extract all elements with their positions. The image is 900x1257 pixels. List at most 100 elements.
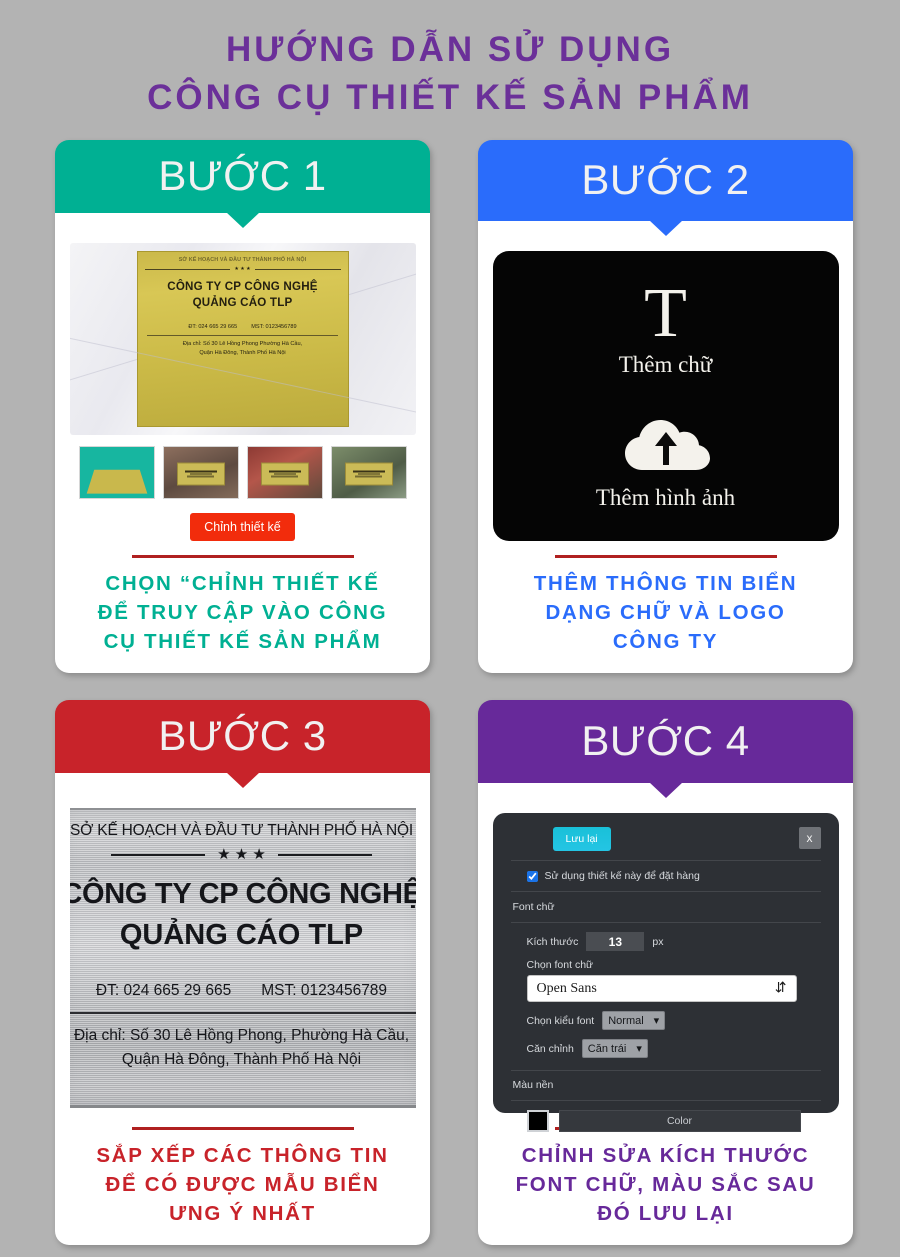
color-swatch-black[interactable] [526,1110,549,1133]
dialog-divider [510,860,821,862]
plaque-company-line-1: CÔNG TY CP CÔNG NGHỆ [69,878,416,911]
step-4-label: BƯỚC 4 [581,717,750,765]
step-3-caption: SẮP XẾP CÁC THÔNG TIN ĐỂ CÓ ĐƯỢC MẪU BIỂ… [96,1141,388,1228]
step-2-caption-line-3: CÔNG TY [612,630,719,654]
save-button[interactable]: Lưu lại [552,827,611,852]
use-design-checkbox-row[interactable]: Sử dụng thiết kế này để đặt hàng [511,870,821,882]
plaque-stars-row: ★ ★ ★ [111,846,372,864]
dialog-divider [510,1070,821,1072]
plaque-address-line-2: Quận Hà Đông, Thành Phố Hà Nội [121,1051,362,1069]
choose-font-label: Chọn font chữ [526,959,594,972]
color-picker-button[interactable]: Color [558,1110,801,1133]
caption-divider-2 [554,555,777,559]
font-size-label: Kích thước [526,935,579,948]
thumbnail-1[interactable] [78,446,155,500]
step-3-header: BƯỚC 3 [55,699,430,789]
add-text-label[interactable]: Thêm chữ [619,352,713,378]
plaque-address-line-1: Địa chỉ: Số 30 Lê Hồng Phong, Phường Hà … [73,1027,410,1045]
thumbnail-2[interactable] [162,446,239,500]
gold-plaque: SỞ KẾ HOẠCH VÀ ĐẦU TƯ THÀNH PHỐ HÀ NỘI ★… [136,251,349,428]
background-color-row: Color [511,1110,821,1133]
text-tool-icon[interactable]: T [644,278,687,348]
page-title: HƯỚNG DẪN SỬ DỤNG CÔNG CỤ THIẾT KẾ SẢN P… [0,0,900,123]
step-4-caption-line-3: ĐÓ LƯU LẠI [597,1202,734,1226]
use-design-checkbox-label: Sử dụng thiết kế này để đặt hàng [544,870,700,883]
background-color-section-label: Màu nền [512,1079,554,1092]
step-1-caption: CHỌN “CHỈNH THIẾT KẾ ĐỂ TRUY CẬP VÀO CÔN… [98,569,388,656]
step-2-caption-line-2: DẠNG CHỮ VÀ LOGO [545,601,786,625]
chevron-down-icon: ▾ [636,1043,642,1056]
font-style-select[interactable]: Normal ▾ [602,1011,666,1031]
step-3-body: SỞ KẾ HOẠCH VÀ ĐẦU TƯ THÀNH PHỐ HÀ NỘI ★… [55,773,430,1245]
step-1-label: BƯỚC 1 [158,152,327,200]
plaque-dept-text: SỞ KẾ HOẠCH VÀ ĐẦU TƯ THÀNH PHỐ HÀ NỘI [69,822,414,840]
step-1-header: BƯỚC 1 [55,139,430,229]
font-style-row: Chọn kiểu font Normal ▾ [511,1011,821,1031]
plaque-company-line-1: CÔNG TY CP CÔNG NGHỆ [167,280,318,294]
step-2-body: T Thêm chữ Thêm hình ảnh THÊM THÔNG TIN … [478,221,853,673]
design-settings-dialog: Lưu lại x Sử dụng thiết kế này để đặt hà… [492,813,839,1133]
plaque-contact-row: ĐT: 024 665 29 665 MST: 0123456789 [96,982,387,1000]
plaque-stars: ★ ★ ★ [217,846,266,864]
font-family-value: Open Sans [536,980,597,996]
step-2-header: BƯỚC 2 [478,139,853,237]
step-card-2: BƯỚC 2 T Thêm chữ Thêm hình ảnh THÊM THÔ… [478,139,853,673]
plaque-company-line-2: QUẢNG CÁO TLP [192,296,293,310]
step-2-caption-line-1: THÊM THÔNG TIN BIỂN [533,572,798,596]
step-4-caption: CHỈNH SỬA KÍCH THƯỚC FONT CHỮ, MÀU SẮC S… [516,1141,816,1228]
step-1-caption-line-3: CỤ THIẾT KẾ SẢN PHẨM [103,630,382,654]
step-card-4: BƯỚC 4 Lưu lại x Sử dụng thiết kế này để… [478,699,853,1245]
step-card-1: BƯỚC 1 SỞ KẾ HOẠCH VÀ ĐẦU TƯ THÀNH PHỐ H… [55,139,430,673]
steps-grid: BƯỚC 1 SỞ KẾ HOẠCH VÀ ĐẦU TƯ THÀNH PHỐ H… [0,139,900,1245]
add-image-label[interactable]: Thêm hình ảnh [596,485,735,511]
step-1-caption-line-1: CHỌN “CHỈNH THIẾT KẾ [105,572,380,596]
step-2-label: BƯỚC 2 [581,156,750,204]
step-3-caption-line-3: ƯNG Ý NHẤT [169,1202,316,1226]
font-size-input[interactable] [586,932,645,952]
plaque-tax: MST: 0123456789 [251,324,297,331]
plaque-stars-row: ★ ★ ★ [144,266,341,273]
step-4-caption-line-1: CHỈNH SỬA KÍCH THƯỚC [521,1144,810,1168]
plaque-address-line-1: Địa chỉ: Số 30 Lê Hồng Phong Phường Hà C… [182,341,303,348]
dialog-divider [510,1100,821,1102]
font-family-select[interactable]: Open Sans ⇵ [526,975,797,1003]
plaque-contact-row: ĐT: 024 665 29 665 MST: 0123456789 [188,324,296,330]
thumbnail-3[interactable] [246,446,323,500]
design-canvas-panel: T Thêm chữ Thêm hình ảnh [492,251,839,542]
silver-plaque: SỞ KẾ HOẠCH VÀ ĐẦU TƯ THÀNH PHỐ HÀ NỘI ★… [69,808,416,1109]
plaque-company-line-2: QUẢNG CÁO TLP [119,919,364,952]
page-title-line-2: CÔNG CỤ THIẾT KẾ SẢN PHẨM [147,78,753,118]
font-section-label: Font chữ [512,901,555,914]
color-swatch-white[interactable] [810,1116,821,1127]
align-row: Căn chỉnh Căn trái ▾ [511,1039,821,1059]
step-card-3: BƯỚC 3 SỞ KẾ HOẠCH VÀ ĐẦU TƯ THÀNH PHỐ H… [55,699,430,1245]
step-1-body: SỞ KẾ HOẠCH VÀ ĐẦU TƯ THÀNH PHỐ HÀ NỘI ★… [55,213,430,673]
font-style-value: Normal [608,1014,644,1027]
thumbnail-4[interactable] [330,446,407,500]
plaque-phone: ĐT: 024 665 29 665 [95,982,232,1000]
font-size-row: Kích thước px [511,932,821,952]
plaque-address: Địa chỉ: Số 30 Lê Hồng Phong Phường Hà C… [183,340,302,357]
step-3-label: BƯỚC 3 [158,712,327,760]
caption-divider-1 [131,555,354,559]
font-style-label: Chọn kiểu font [526,1014,595,1027]
silver-plaque-photo: SỞ KẾ HOẠCH VÀ ĐẦU TƯ THÀNH PHỐ HÀ NỘI ★… [69,803,416,1114]
page-title-line-1: HƯỚNG DẪN SỬ DỤNG [225,30,675,69]
plaque-stars: ★ ★ ★ [234,266,251,273]
cloud-upload-icon[interactable] [616,410,716,477]
use-design-checkbox[interactable] [526,870,538,882]
step-4-body: Lưu lại x Sử dụng thiết kế này để đặt hà… [478,783,853,1245]
plaque-dept-text: SỞ KẾ HOẠCH VÀ ĐẦU TƯ THÀNH PHỐ HÀ NỘI [178,257,307,264]
step-4-caption-line-2: FONT CHỮ, MÀU SẮC SAU [515,1173,816,1197]
edit-design-button[interactable]: Chỉnh thiết kế [190,513,295,542]
header-arrow-icon [648,782,683,799]
align-select[interactable]: Căn trái ▾ [581,1039,648,1059]
plaque-tax: MST: 0123456789 [261,982,388,1000]
align-label: Căn chỉnh [526,1042,574,1055]
font-size-unit: px [652,935,664,948]
close-icon[interactable]: x [798,827,821,850]
plaque-divider [69,1012,416,1015]
plaque-address: Địa chỉ: Số 30 Lê Hồng Phong, Phường Hà … [74,1024,409,1072]
caption-divider-3 [131,1127,354,1131]
plaque-divider [147,335,338,337]
